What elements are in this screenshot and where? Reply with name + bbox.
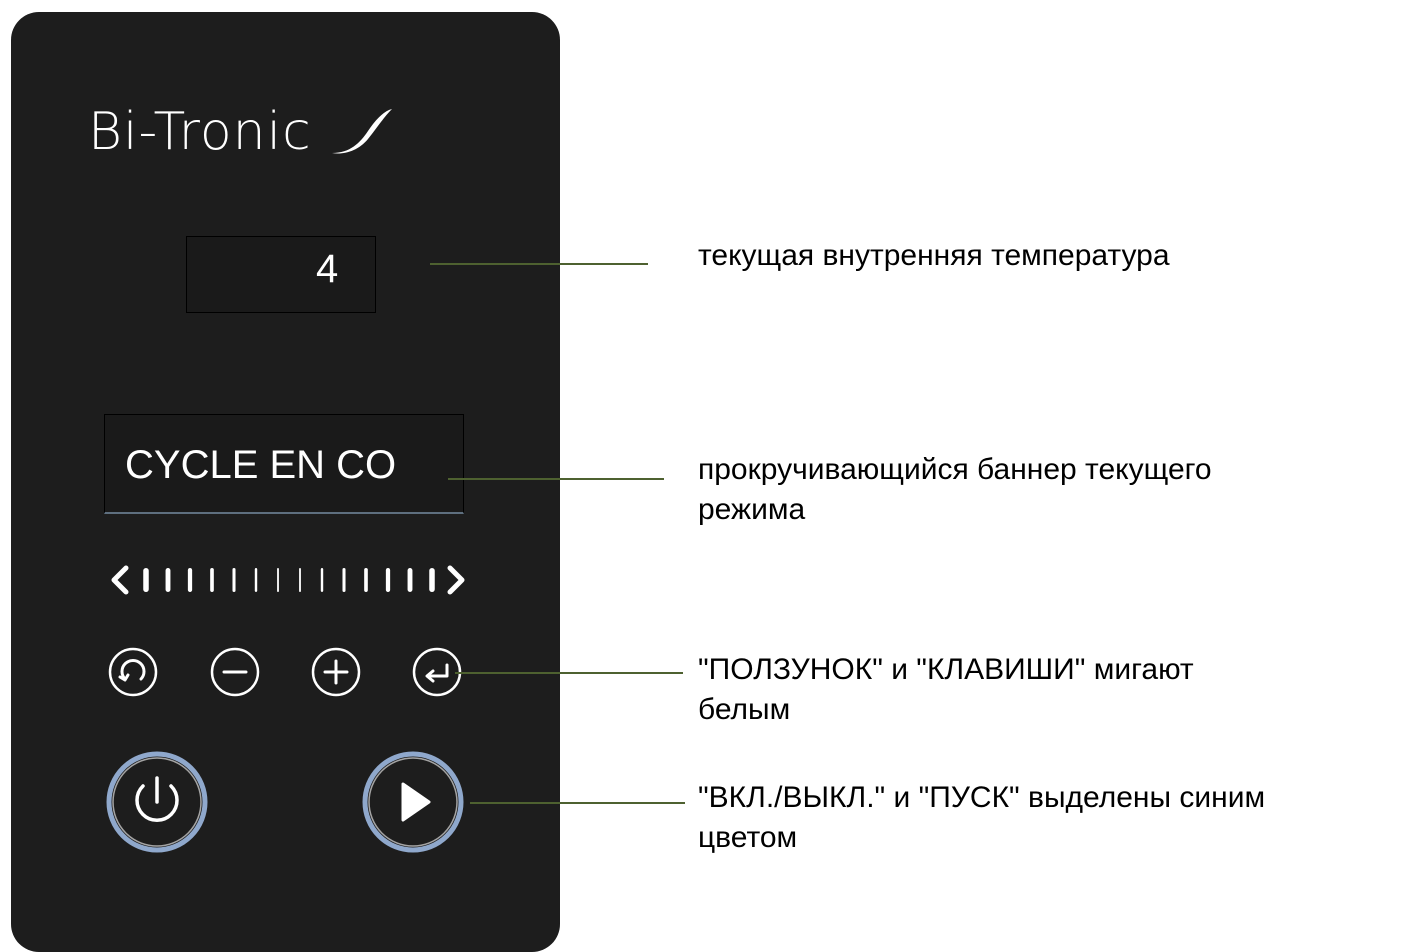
plus-icon bbox=[323, 659, 349, 685]
slider-tick[interactable] bbox=[277, 568, 279, 592]
slider-tick[interactable] bbox=[320, 568, 324, 592]
temperature-display bbox=[186, 236, 376, 313]
callout-power-start-line2: цветом bbox=[698, 821, 798, 854]
slider-left-arrow-icon bbox=[111, 565, 129, 595]
leader-line-banner bbox=[448, 478, 664, 480]
slider-tick[interactable] bbox=[254, 568, 258, 592]
callout-slider-keys: "ПОЛЗУНОК" и "КЛАВИШИ" мигают белым bbox=[698, 650, 1194, 730]
brand-logo: Bi-Tronic bbox=[88, 100, 394, 164]
power-button[interactable] bbox=[105, 750, 209, 854]
leader-line-temperature bbox=[430, 263, 648, 265]
slider-tick[interactable] bbox=[165, 568, 171, 592]
slider-tick[interactable] bbox=[364, 568, 368, 592]
callout-temperature-line1: текущая внутренняя температура bbox=[698, 239, 1170, 272]
play-button[interactable] bbox=[361, 750, 465, 854]
plus-key[interactable] bbox=[311, 647, 361, 697]
reload-key[interactable] bbox=[108, 647, 158, 697]
callout-slider-keys-line1: "ПОЛЗУНОК" и "КЛАВИШИ" мигают bbox=[698, 653, 1194, 686]
mode-banner-text: CYCLE EN CO bbox=[125, 443, 397, 487]
slider-ticks bbox=[143, 568, 435, 592]
callout-slider-keys-line2: белым bbox=[698, 693, 791, 726]
slider-tick[interactable] bbox=[232, 568, 236, 592]
minus-key[interactable] bbox=[210, 647, 260, 697]
slider-tick[interactable] bbox=[407, 568, 413, 592]
slider-tick[interactable] bbox=[187, 568, 193, 592]
callout-temperature: текущая внутренняя температура bbox=[698, 236, 1170, 276]
enter-icon bbox=[425, 663, 449, 683]
reload-icon bbox=[120, 659, 146, 681]
callout-power-start: "ВКЛ./ВЫКЛ." и "ПУСК" выделены синим цве… bbox=[698, 778, 1265, 858]
leader-line-power bbox=[470, 802, 685, 804]
slider-tick[interactable] bbox=[385, 568, 391, 592]
slider-right-arrow-icon bbox=[447, 565, 465, 595]
slider-tick[interactable] bbox=[299, 568, 301, 592]
leader-line-keys bbox=[455, 672, 683, 674]
slider-tick[interactable] bbox=[143, 568, 149, 592]
brand-name: Bi-Tronic bbox=[88, 102, 312, 162]
callout-banner-line2: режима bbox=[698, 493, 806, 526]
slider-tick[interactable] bbox=[210, 568, 214, 592]
slider-tick[interactable] bbox=[429, 568, 435, 592]
swoosh-icon bbox=[331, 109, 392, 154]
slider-tick[interactable] bbox=[342, 568, 346, 592]
slider[interactable] bbox=[104, 560, 474, 600]
callout-power-start-line1: "ВКЛ./ВЫКЛ." и "ПУСК" выделены синим bbox=[698, 781, 1266, 814]
callout-banner-line1: прокручивающийся баннер текущего bbox=[698, 453, 1212, 486]
callout-banner: прокручивающийся баннер текущего режима bbox=[698, 450, 1212, 530]
temperature-value: 4 bbox=[316, 247, 339, 291]
